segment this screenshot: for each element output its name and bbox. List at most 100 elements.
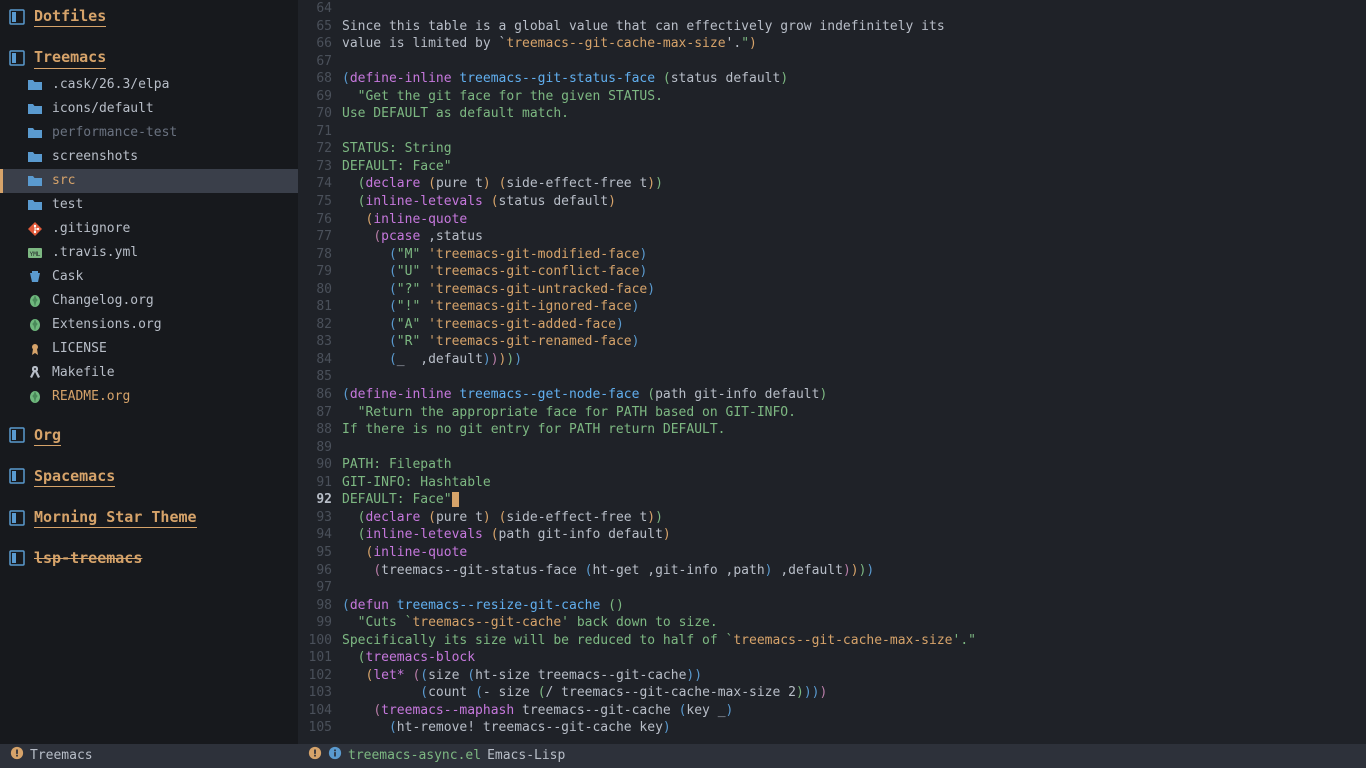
code-line[interactable]: 75 (inline-letevals (status default) xyxy=(298,193,1366,211)
tree-label: Cask xyxy=(52,268,83,286)
code-text: (define-inline treemacs--get-node-face (… xyxy=(342,386,1366,404)
tree-item[interactable]: README.org xyxy=(0,385,298,409)
project-header-lsp-treemacs[interactable]: lsp-treemacs xyxy=(0,544,298,572)
code-line[interactable]: 99 "Cuts `treemacs--git-cache' back down… xyxy=(298,614,1366,632)
line-number: 67 xyxy=(298,53,342,71)
code-line[interactable]: 80 ("?" 'treemacs-git-untracked-face) xyxy=(298,281,1366,299)
code-text: DEFAULT: Face" xyxy=(342,158,1366,176)
project-header-treemacs[interactable]: Treemacs xyxy=(0,43,298,72)
line-number: 73 xyxy=(298,158,342,176)
code-line[interactable]: 103 (count (- size (/ treemacs--git-cach… xyxy=(298,684,1366,702)
code-line[interactable]: 91GIT-INFO: Hashtable xyxy=(298,474,1366,492)
code-line[interactable]: 90PATH: Filepath xyxy=(298,456,1366,474)
code-text: Use DEFAULT as default match. xyxy=(342,105,1366,123)
tree-item[interactable]: Makefile xyxy=(0,361,298,385)
code-text: If there is no git entry for PATH return… xyxy=(342,421,1366,439)
line-number: 100 xyxy=(298,632,342,650)
code-line[interactable]: 77 (pcase ,status xyxy=(298,228,1366,246)
tree-item[interactable]: src xyxy=(0,169,298,193)
project-header-morning-star-theme[interactable]: Morning Star Theme xyxy=(0,503,298,532)
code-line[interactable]: 73DEFAULT: Face" xyxy=(298,158,1366,176)
code-buffer[interactable]: 64 65Since this table is a global value … xyxy=(298,0,1366,737)
code-line[interactable]: 105 (ht-remove! treemacs--git-cache key) xyxy=(298,719,1366,737)
code-line[interactable]: 70Use DEFAULT as default match. xyxy=(298,105,1366,123)
code-line[interactable]: 64 xyxy=(298,0,1366,18)
code-line[interactable]: 72STATUS: String xyxy=(298,140,1366,158)
tree-label: .cask/26.3/elpa xyxy=(52,76,169,94)
tree-item[interactable]: performance-test xyxy=(0,121,298,145)
code-line[interactable]: 86(define-inline treemacs--get-node-face… xyxy=(298,386,1366,404)
warning-icon xyxy=(308,746,322,766)
code-line[interactable]: 85 xyxy=(298,368,1366,386)
tree-item[interactable]: icons/default xyxy=(0,97,298,121)
code-line[interactable]: 67 xyxy=(298,53,1366,71)
tree-item[interactable]: .gitignore xyxy=(0,217,298,241)
line-number: 70 xyxy=(298,105,342,123)
line-number: 85 xyxy=(298,368,342,386)
tree-sidebar[interactable]: Dotfiles Treemacs .cask/26.3/elpa icons/def… xyxy=(0,0,298,744)
code-line[interactable]: 96 (treemacs--git-status-face (ht-get ,g… xyxy=(298,562,1366,580)
tree-item[interactable]: YML .travis.yml xyxy=(0,241,298,265)
code-line[interactable]: 79 ("U" 'treemacs-git-conflict-face) xyxy=(298,263,1366,281)
editor-pane[interactable]: 64 65Since this table is a global value … xyxy=(298,0,1366,744)
line-number: 87 xyxy=(298,404,342,422)
project-title: Org xyxy=(34,425,61,446)
folder-icon xyxy=(26,172,44,190)
code-line[interactable]: 83 ("R" 'treemacs-git-renamed-face) xyxy=(298,333,1366,351)
project-header-dotfiles[interactable]: Dotfiles xyxy=(0,2,298,31)
line-number: 81 xyxy=(298,298,342,316)
status-bar: Treemacs treemacs-async.el Emacs-Lisp xyxy=(0,744,1366,768)
code-line[interactable]: 84 (_ ,default))))) xyxy=(298,351,1366,369)
yml-icon: YML xyxy=(26,244,44,262)
tree-item[interactable]: .cask/26.3/elpa xyxy=(0,73,298,97)
org-icon xyxy=(26,316,44,334)
code-text: (let* ((size (ht-size treemacs--git-cach… xyxy=(342,667,1366,685)
code-line[interactable]: 87 "Return the appropriate face for PATH… xyxy=(298,404,1366,422)
code-line[interactable]: 102 (let* ((size (ht-size treemacs--git-… xyxy=(298,667,1366,685)
code-line[interactable]: 65Since this table is a global value tha… xyxy=(298,18,1366,36)
code-text: (inline-letevals (status default) xyxy=(342,193,1366,211)
line-number: 78 xyxy=(298,246,342,264)
code-line[interactable]: 100Specifically its size will be reduced… xyxy=(298,632,1366,650)
code-line[interactable]: 76 (inline-quote xyxy=(298,211,1366,229)
project-header-spacemacs[interactable]: Spacemacs xyxy=(0,462,298,491)
code-line[interactable]: 66value is limited by `treemacs--git-cac… xyxy=(298,35,1366,53)
code-line[interactable]: 93 (declare (pure t) (side-effect-free t… xyxy=(298,509,1366,527)
code-line[interactable]: 95 (inline-quote xyxy=(298,544,1366,562)
tree-item[interactable]: test xyxy=(0,193,298,217)
code-line[interactable]: 69 "Get the git face for the given STATU… xyxy=(298,88,1366,106)
tree-item[interactable]: Changelog.org xyxy=(0,289,298,313)
code-line[interactable]: 97 xyxy=(298,579,1366,597)
code-text: ("U" 'treemacs-git-conflict-face) xyxy=(342,263,1366,281)
code-line[interactable]: 104 (treemacs--maphash treemacs--git-cac… xyxy=(298,702,1366,720)
tree-item[interactable]: Cask xyxy=(0,265,298,289)
project-header-org[interactable]: Org xyxy=(0,421,298,450)
code-line[interactable]: 78 ("M" 'treemacs-git-modified-face) xyxy=(298,246,1366,264)
tree-label: README.org xyxy=(52,388,130,406)
code-line[interactable]: 68(define-inline treemacs--git-status-fa… xyxy=(298,70,1366,88)
project-icon xyxy=(8,467,26,485)
tree-item[interactable]: LICENSE xyxy=(0,337,298,361)
folder-icon xyxy=(26,148,44,166)
code-line[interactable]: 101 (treemacs-block xyxy=(298,649,1366,667)
tree-label: Makefile xyxy=(52,364,115,382)
code-line[interactable]: 88If there is no git entry for PATH retu… xyxy=(298,421,1366,439)
line-number: 72 xyxy=(298,140,342,158)
code-line[interactable]: 94 (inline-letevals (path git-info defau… xyxy=(298,526,1366,544)
line-number: 75 xyxy=(298,193,342,211)
code-line[interactable]: 92DEFAULT: Face" xyxy=(298,491,1366,509)
code-line[interactable]: 82 ("A" 'treemacs-git-added-face) xyxy=(298,316,1366,334)
line-number: 104 xyxy=(298,702,342,720)
code-line[interactable]: 89 xyxy=(298,439,1366,457)
code-line[interactable]: 74 (declare (pure t) (side-effect-free t… xyxy=(298,175,1366,193)
code-line[interactable]: 98(defun treemacs--resize-git-cache () xyxy=(298,597,1366,615)
org-icon xyxy=(26,292,44,310)
tree-label: .travis.yml xyxy=(52,244,138,262)
code-text: (count (- size (/ treemacs--git-cache-ma… xyxy=(342,684,1366,702)
code-line[interactable]: 71 xyxy=(298,123,1366,141)
line-number: 103 xyxy=(298,684,342,702)
code-text: STATUS: String xyxy=(342,140,1366,158)
tree-item[interactable]: screenshots xyxy=(0,145,298,169)
tree-item[interactable]: Extensions.org xyxy=(0,313,298,337)
code-line[interactable]: 81 ("!" 'treemacs-git-ignored-face) xyxy=(298,298,1366,316)
